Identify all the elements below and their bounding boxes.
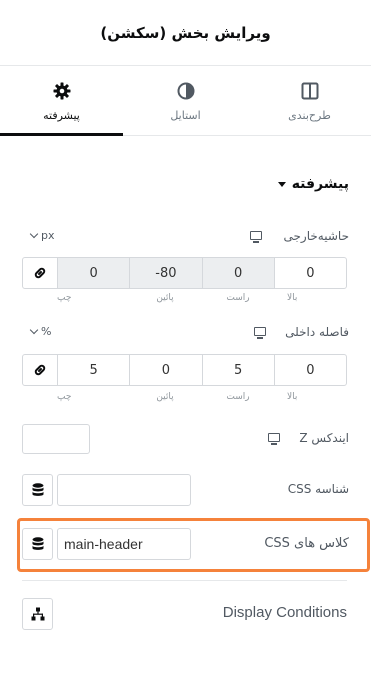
caret-down-icon: [277, 181, 286, 187]
css-id-label: شناسه CSS: [287, 482, 349, 496]
padding-right-sublabel: راست: [226, 392, 250, 402]
margin-bottom-sublabel: پائین: [156, 293, 174, 303]
desktop-icon[interactable]: [268, 433, 280, 445]
padding-left-input[interactable]: 5: [58, 355, 131, 385]
dynamic-tags-button[interactable]: [22, 528, 53, 560]
css-classes-label: کلاس های CSS: [264, 536, 349, 551]
padding-left-sublabel: چپ: [57, 392, 72, 402]
columns-icon: [301, 82, 318, 100]
tab-bar: طرح‌بندی استایل پیشرفته: [0, 66, 371, 136]
link-icon: [34, 364, 46, 376]
display-conditions-button[interactable]: [22, 598, 53, 630]
desktop-icon[interactable]: [254, 327, 266, 339]
margin-right-sublabel: راست: [226, 293, 250, 303]
gear-icon: [53, 82, 70, 100]
margin-left-input[interactable]: 0: [58, 258, 131, 288]
chevron-down-icon: [29, 229, 39, 239]
padding-unit: %: [41, 325, 52, 338]
tab-advanced-label: پیشرفته: [43, 109, 80, 122]
margin-left-sublabel: چپ: [57, 293, 72, 303]
divider: [22, 580, 347, 581]
dynamic-tags-button[interactable]: [22, 474, 53, 506]
chevron-down-icon: [29, 325, 39, 335]
tab-style-label: استایل: [170, 109, 201, 122]
section-toggle-advanced[interactable]: پیشرفته: [277, 176, 349, 192]
css-classes-input[interactable]: main-header: [57, 528, 191, 560]
padding-top-sublabel: بالا: [287, 392, 298, 402]
padding-inputs: 5 0 5 0: [22, 354, 347, 386]
margin-inputs: 0 -80 0 0: [22, 257, 347, 289]
database-icon: [32, 537, 43, 550]
zindex-input[interactable]: [22, 424, 90, 454]
margin-unit-select[interactable]: px: [29, 229, 55, 242]
tab-style[interactable]: استایل: [124, 66, 247, 136]
margin-unit: px: [41, 229, 55, 242]
half-circle-icon: [177, 82, 194, 100]
padding-unit-select[interactable]: %: [29, 325, 52, 338]
margin-right-input[interactable]: 0: [202, 258, 275, 288]
link-icon: [34, 267, 46, 279]
desktop-icon[interactable]: [250, 231, 262, 243]
padding-label: فاصله داخلی: [285, 325, 349, 339]
tab-layout[interactable]: طرح‌بندی: [248, 66, 371, 136]
padding-right-input[interactable]: 5: [203, 355, 275, 385]
sitemap-icon: [31, 607, 44, 621]
section-title: پیشرفته: [291, 176, 349, 192]
link-values-button[interactable]: [23, 355, 58, 385]
panel-title: ویرایش بخش (سکشن): [100, 24, 271, 42]
database-icon: [32, 483, 43, 496]
link-values-button[interactable]: [23, 258, 58, 288]
zindex-label: ایندکس Z: [299, 431, 349, 445]
margin-top-sublabel: بالا: [287, 293, 298, 303]
tab-advanced[interactable]: پیشرفته: [0, 66, 123, 136]
css-id-input[interactable]: [57, 474, 191, 506]
panel-header: ویرایش بخش (سکشن): [0, 0, 371, 66]
display-conditions-label: Display Conditions: [222, 604, 347, 621]
padding-bottom-input[interactable]: 0: [130, 355, 203, 385]
margin-label: حاشیه‌خارجی: [283, 229, 349, 243]
margin-top-input[interactable]: 0: [275, 258, 346, 288]
tab-layout-label: طرح‌بندی: [288, 109, 331, 122]
padding-top-input[interactable]: 0: [275, 355, 346, 385]
margin-bottom-input[interactable]: -80: [130, 258, 203, 288]
padding-bottom-sublabel: پائین: [156, 392, 174, 402]
